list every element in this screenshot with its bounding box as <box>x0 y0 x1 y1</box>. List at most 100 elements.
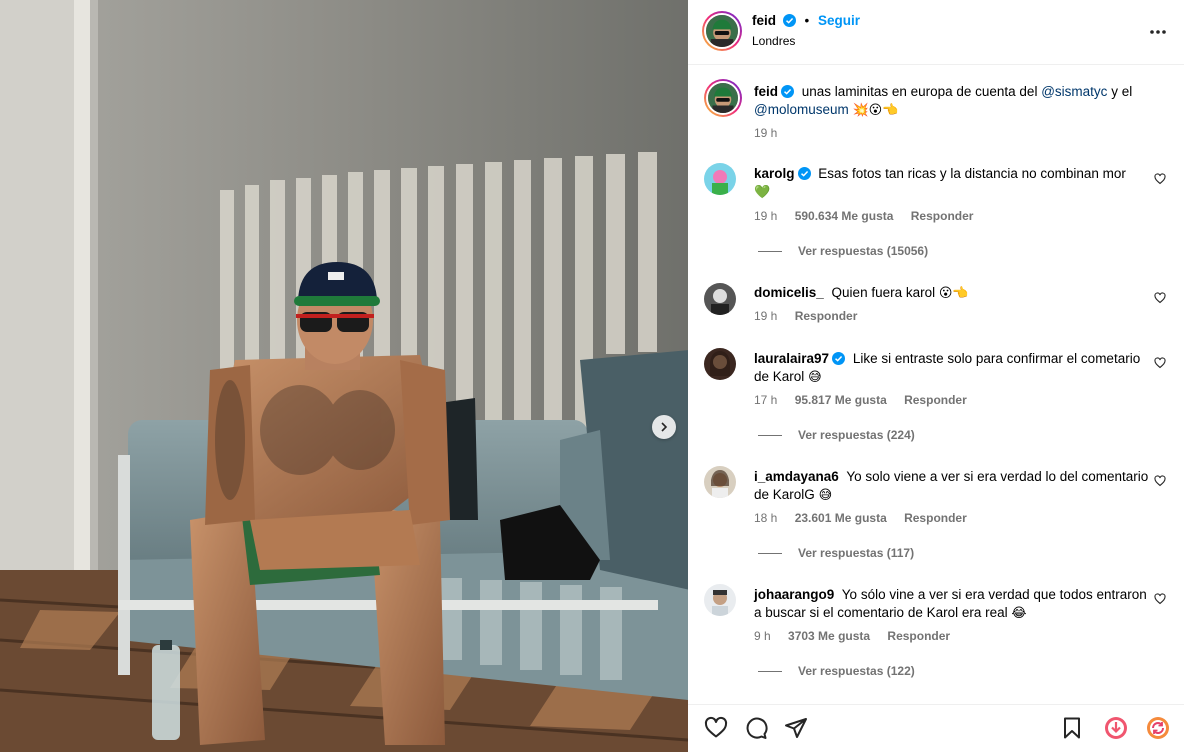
commenter-avatar[interactable] <box>704 584 736 616</box>
caption-body: unas laminitas en europa de cuenta del <box>801 84 1038 99</box>
author-avatar[interactable] <box>702 11 742 51</box>
post-image <box>0 0 688 752</box>
more-options-icon[interactable] <box>1148 22 1168 42</box>
caption-meta: 19 h <box>754 126 791 140</box>
replies-divider <box>758 553 782 555</box>
comment-username[interactable]: johaarango9 <box>754 587 834 602</box>
comment-meta: 19 h 590.634 Me gusta Responder <box>754 209 987 223</box>
caption-body-mid: y el <box>1111 84 1133 99</box>
avatar-image <box>706 15 738 47</box>
avatar-image <box>708 83 738 113</box>
comment-item: i_amdayana6 Yo solo viene a ver si era v… <box>704 466 1174 561</box>
post-action-bar <box>688 704 1184 752</box>
post-header: feid • Seguir Londres <box>688 0 1184 65</box>
view-replies-button[interactable]: Ver respuestas (224) <box>758 428 915 442</box>
chevron-right-icon <box>661 422 668 432</box>
download-extension-button[interactable] <box>1104 716 1128 740</box>
reply-button[interactable]: Responder <box>795 309 858 323</box>
caption-emojis: 💥😮👈 <box>852 103 899 118</box>
comment-time[interactable]: 19 h <box>754 309 777 323</box>
verified-badge-icon <box>832 352 846 365</box>
commenter-avatar[interactable] <box>704 283 736 315</box>
caption-username[interactable]: feid <box>754 84 778 99</box>
comment-button[interactable] <box>744 716 768 740</box>
view-replies-label: Ver respuestas (15056) <box>798 244 929 258</box>
comment-likes[interactable]: 590.634 Me gusta <box>795 209 894 223</box>
post-location[interactable]: Londres <box>752 34 795 48</box>
reply-button[interactable]: Responder <box>904 393 967 407</box>
bookmark-icon <box>1064 717 1080 739</box>
follow-button[interactable]: Seguir <box>818 13 860 28</box>
comment-username[interactable]: domicelis_ <box>754 285 824 300</box>
separator-dot: • <box>804 13 810 28</box>
comment-username[interactable]: lauralaira97 <box>754 351 829 366</box>
view-replies-button[interactable]: Ver respuestas (15056) <box>758 244 928 258</box>
view-replies-button[interactable]: Ver respuestas (122) <box>758 664 915 678</box>
like-button[interactable] <box>704 716 728 740</box>
comment-emoji: 💚 <box>754 185 771 200</box>
comment-item: karolg Esas fotos tan ricas y la distanc… <box>704 163 1174 268</box>
mention-link[interactable]: @sismatyc <box>1041 84 1107 99</box>
verified-badge-icon <box>797 167 811 180</box>
view-replies-label: Ver respuestas (117) <box>798 546 915 560</box>
avatar-image <box>704 584 736 616</box>
commenter-avatar[interactable] <box>704 348 736 380</box>
heart-icon[interactable] <box>1154 357 1166 369</box>
reply-button[interactable]: Responder <box>887 629 950 643</box>
comment-text: lauralaira97 Like si entraste solo para … <box>754 350 1149 387</box>
save-button[interactable] <box>1060 716 1084 740</box>
caption-text: feid unas laminitas en europa de cuenta … <box>754 83 1149 120</box>
comment-item: johaarango9 Yo sólo vine a ver si era ve… <box>704 584 1174 679</box>
comment-meta: 17 h 95.817 Me gusta Responder <box>754 393 981 407</box>
download-icon <box>1105 717 1127 739</box>
post-side-panel: feid • Seguir Londres feid unas laminita… <box>688 0 1184 752</box>
heart-icon[interactable] <box>1154 475 1166 487</box>
avatar-image <box>704 466 736 498</box>
comment-text: domicelis_ Quien fuera karol 😮👈 <box>754 284 1149 303</box>
caption-time[interactable]: 19 h <box>754 126 777 140</box>
repost-extension-button[interactable] <box>1146 716 1170 740</box>
comment-likes[interactable]: 3703 Me gusta <box>788 629 870 643</box>
caption-avatar[interactable] <box>704 79 742 117</box>
heart-icon[interactable] <box>1154 593 1166 605</box>
avatar-image <box>704 163 736 195</box>
comment-text: karolg Esas fotos tan ricas y la distanc… <box>754 165 1149 202</box>
reply-button[interactable]: Responder <box>911 209 974 223</box>
comment-likes[interactable]: 95.817 Me gusta <box>795 393 887 407</box>
repost-icon <box>1147 717 1169 739</box>
post-photo[interactable] <box>0 0 688 752</box>
reply-button[interactable]: Responder <box>904 511 967 525</box>
comment-likes[interactable]: 23.601 Me gusta <box>795 511 887 525</box>
share-icon <box>785 718 807 738</box>
verified-badge-icon <box>781 85 795 98</box>
comment-username[interactable]: karolg <box>754 166 795 181</box>
comment-meta: 19 h Responder <box>754 309 871 323</box>
heart-icon <box>704 716 728 738</box>
comment-item: lauralaira97 Like si entraste solo para … <box>704 348 1174 443</box>
comment-time[interactable]: 9 h <box>754 629 771 643</box>
comment-time[interactable]: 18 h <box>754 511 777 525</box>
view-replies-button[interactable]: Ver respuestas (117) <box>758 546 914 560</box>
share-button[interactable] <box>784 716 808 740</box>
comment-emoji: 😅 <box>818 488 833 503</box>
comment-meta: 18 h 23.601 Me gusta Responder <box>754 511 981 525</box>
post-caption: feid unas laminitas en europa de cuenta … <box>704 79 1174 149</box>
mention-link[interactable]: @molomuseum <box>754 102 849 117</box>
commenter-avatar[interactable] <box>704 466 736 498</box>
replies-divider <box>758 671 782 673</box>
comment-item: domicelis_ Quien fuera karol 😮👈 19 h Res… <box>704 283 1174 328</box>
replies-divider <box>758 251 782 253</box>
comment-username[interactable]: i_amdayana6 <box>754 469 839 484</box>
avatar-image <box>704 348 736 380</box>
comment-body: Quien fuera karol <box>831 285 936 300</box>
comment-text: johaarango9 Yo sólo vine a ver si era ve… <box>754 586 1149 623</box>
heart-icon[interactable] <box>1154 292 1166 304</box>
author-username[interactable]: feid <box>752 13 776 28</box>
comment-emoji: 😮👈 <box>938 286 969 301</box>
commenter-avatar[interactable] <box>704 163 736 195</box>
next-photo-button[interactable] <box>652 415 676 439</box>
comment-time[interactable]: 17 h <box>754 393 777 407</box>
heart-icon[interactable] <box>1154 173 1166 185</box>
comment-time[interactable]: 19 h <box>754 209 777 223</box>
verified-badge-icon <box>782 14 796 27</box>
